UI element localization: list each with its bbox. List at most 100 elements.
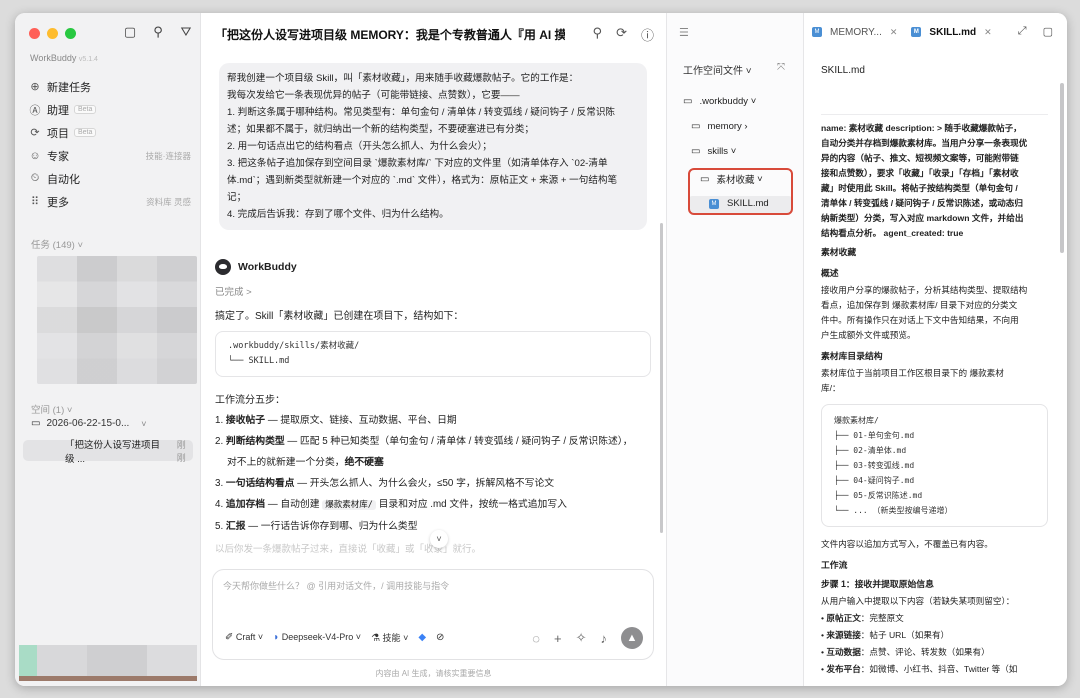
step-item: 2. 判断结构类型 — 匹配 5 种已知类型（单句金句 / 清单体 / 转变弧线…: [215, 431, 651, 452]
code-line: └── SKILL.md: [228, 356, 290, 366]
connector-icon[interactable]: ◆: [418, 632, 426, 643]
sidebar-item-3[interactable]: ☺ 专家 技能·连接器: [27, 144, 191, 167]
close-icon[interactable]: ✕: [890, 27, 898, 38]
scroll-down-button[interactable]: ˅: [430, 530, 448, 548]
user-message-line: 1. 判断这条属于哪种结构。常见类型有：单句金句 / 清单体 / 转变弧线 / …: [227, 107, 616, 118]
user-message-line: 帮我创建一个项目级 Skill，叫「素材收藏」，用来随手收藏爆款帖子。它的工作是…: [227, 73, 579, 84]
craft-mode-button[interactable]: ✐ Craft ˅: [225, 632, 263, 643]
frontmatter-line: 异的内容（帖子、推文、短视频文案等，可能附带链: [821, 153, 1019, 163]
step-text: 对不上的就新建一个分类，: [227, 457, 345, 468]
panel-toggle-icon[interactable]: ▢: [1043, 25, 1053, 38]
microphone-icon[interactable]: ♪: [601, 631, 608, 646]
sidebar-item-4[interactable]: ⏲ 自动化: [27, 167, 191, 190]
sparkle-icon[interactable]: ✧: [576, 630, 587, 646]
step-item: 对不上的就新建一个分类，绝不硬塞: [215, 452, 651, 473]
expert-icon: ☺: [29, 149, 41, 162]
minimize-window-button[interactable]: [47, 28, 58, 39]
unpin-icon[interactable]: ⤧: [777, 62, 785, 73]
sidebar-item-extra: 技能·连接器: [145, 150, 191, 161]
chat-item-time: 刚刚: [176, 439, 186, 463]
editor-panel: M MEMORY... ✕ M SKILL.md ✕ ⤢ ▢ SKILL.md …: [804, 13, 1067, 686]
menu-icon[interactable]: ☰: [679, 26, 689, 39]
steps-heading: 工作流分五步：: [215, 395, 285, 406]
sidebar-nav: ⊕ 新建任务 Ⓐ 助理 Beta ⟳ 项目 Beta ☺ 专家 技能·连接器 ⏲ 自动化 ⠿ 更多 资料库 灵…: [27, 75, 191, 213]
reply-intro: 搞定了。Skill「素材收藏」已创建在项目下，结构如下：: [215, 311, 464, 322]
composer-placeholder[interactable]: 今天帮你做些什么？ @ 引用对话文件，/ 调用技能与指令: [223, 579, 449, 592]
user-message-bubble: 帮我创建一个项目级 Skill，叫「素材收藏」，用来随手收藏爆款帖子。它的工作是…: [219, 63, 647, 230]
library-desc-line: 素材库位于当前项目工作区根目录下的 爆款素材: [821, 368, 1004, 378]
add-icon[interactable]: +: [554, 631, 562, 646]
model-select[interactable]: ◗ Deepseek-V4-Pro ˅: [273, 632, 361, 643]
frontmatter: name: 素材收藏 description: > 随手收藏爆款帖子， 自动分类并…: [821, 121, 1048, 241]
library-code-line: ├── 05-反常识陈述.md: [834, 491, 923, 500]
search-icon[interactable]: ⚲: [151, 24, 165, 40]
space-item[interactable]: ▭ 2026-06-22-15-0... ˅: [31, 418, 191, 429]
search-icon[interactable]: ⚲: [593, 25, 603, 44]
close-window-button[interactable]: [29, 28, 40, 39]
more-icon: ⠿: [30, 196, 40, 208]
assistant-name: WorkBuddy: [238, 261, 297, 273]
frontmatter-line: 清单体 / 转变弧线 / 疑问钩子 / 反常识陈述，或动态归: [821, 198, 1023, 208]
step-title: 汇报: [225, 521, 246, 532]
library-heading: 素材库目录结构: [821, 351, 883, 361]
skills-label: 技能: [382, 633, 401, 643]
check-icon[interactable]: ⊘: [436, 632, 444, 643]
sidebar-item-2[interactable]: ⟳ 项目 Beta: [27, 121, 191, 144]
sidebar-item-0[interactable]: ⊕ 新建任务: [27, 75, 191, 98]
step-text: — 匹配 5 种已知类型（单句金句 / 清单体 / 转变弧线 / 疑问钩子 / …: [284, 436, 633, 447]
expand-icon[interactable]: ⤢: [1018, 25, 1027, 38]
blurred-user-area: [19, 645, 197, 681]
sidebar-item-5[interactable]: ⠿ 更多 资料库 灵感: [27, 190, 191, 213]
composer-actions: ◌ + ✧ ♪ ▲: [532, 627, 643, 649]
chat-scrollbar[interactable]: [660, 223, 663, 533]
step1-desc: 从用户输入中提取以下内容（若缺失某项则留空）：: [821, 596, 1015, 606]
step-text: — 开头怎么抓人、为什么会火，≤50 字，拆解风格不写论文: [294, 478, 555, 489]
tab-skill-md[interactable]: M SKILL.md ✕: [911, 27, 992, 38]
tree-label: memory: [707, 121, 742, 132]
field-list-item: • 来源链接：帖子 URL（如果有）: [821, 628, 1048, 643]
append-note: 文件内容以追加方式写入，不覆盖已有内容。: [821, 539, 993, 549]
step-text: — 自动创建: [265, 499, 323, 510]
workspace-files-header[interactable]: 工作空间文件 ˅ ⤧: [683, 62, 785, 77]
brand-name: WorkBuddy: [30, 53, 77, 63]
sidebar-toggle-icon[interactable]: ▢: [123, 24, 137, 40]
sidebar-item-1[interactable]: Ⓐ 助理 Beta: [27, 98, 191, 121]
tree-folder-workbuddy[interactable]: ▭ .workbuddy ˅: [683, 96, 756, 107]
doc-heading: 素材收藏: [821, 247, 857, 257]
info-icon[interactable]: ⓘ: [641, 25, 654, 44]
share-icon[interactable]: ⟳: [616, 25, 627, 44]
step-text: — 一行话告诉你存到哪、归为什么类型: [245, 521, 418, 532]
field-list-item: • 发布平台：如微博、小红书、抖音、Twitter 等（如: [821, 662, 1048, 677]
filter-icon[interactable]: ⛛: [179, 24, 193, 40]
maximize-window-button[interactable]: [65, 28, 76, 39]
editor-toolbar: ⤢ ▢: [1018, 25, 1053, 38]
close-icon[interactable]: ✕: [984, 27, 992, 38]
craft-label: Craft: [235, 632, 256, 642]
task-status[interactable]: 已完成 >: [215, 284, 651, 298]
field-list-item: • 原帖正文：完整原文: [821, 611, 1048, 626]
steps-list: 1. 接收帖子 — 提取原文、链接、互动数据、平台、日期 2. 判断结构类型 — …: [215, 410, 651, 537]
skills-button[interactable]: ⚗ 技能 ˅: [371, 631, 408, 644]
chevron-right-icon: ›: [744, 121, 748, 132]
workflow-heading: 工作流: [821, 560, 848, 570]
tab-memory[interactable]: M MEMORY... ✕: [812, 27, 897, 38]
chat-list-item[interactable]: 「把这份人设写进项目级 ... 刚刚: [23, 439, 193, 465]
message-composer[interactable]: 今天帮你做些什么？ @ 引用对话文件，/ 调用技能与指令 ✐ Craft ˅ ◗…: [212, 569, 654, 660]
tree-folder-skills[interactable]: ▭ skills ˅: [691, 146, 736, 157]
user-message-line: 记；: [227, 192, 247, 203]
editor-scrollbar[interactable]: [1060, 83, 1064, 253]
library-code-line: ├── 01-单句金句.md: [834, 431, 915, 440]
spaces-section-label[interactable]: 空间 (1) ˅: [31, 402, 72, 416]
window-controls: [29, 28, 76, 39]
beta-badge: Beta: [74, 105, 97, 114]
tree-folder-memory[interactable]: ▭ memory ›: [691, 121, 748, 132]
step-text: — 提取原文、链接、互动数据、平台、日期: [265, 415, 457, 426]
automation-icon: ⏲: [30, 172, 40, 184]
plus-circle-icon: ⊕: [30, 81, 40, 93]
user-message-line: 4. 完成后告诉我：存到了哪个文件、归为什么结构。: [227, 209, 449, 220]
send-button[interactable]: ▲: [621, 627, 643, 649]
assistant-header: WorkBuddy: [215, 259, 651, 275]
tasks-section-label[interactable]: 任务 (149) ˅: [31, 237, 83, 251]
code-block: .workbuddy/skills/素材收藏/ └── SKILL.md: [215, 331, 651, 377]
field-name: 发布平台: [826, 664, 861, 674]
